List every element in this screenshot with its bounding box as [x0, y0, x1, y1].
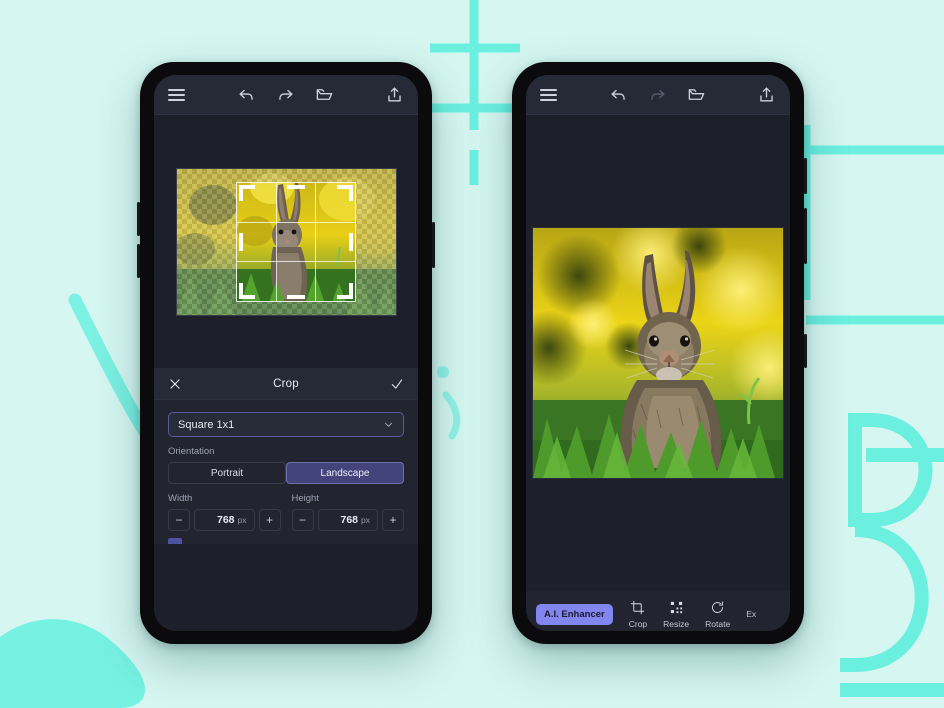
rule-of-thirds-grid: [236, 182, 355, 301]
height-unit: px: [361, 515, 370, 525]
crop-handle-bottom-left-v[interactable]: [238, 282, 243, 299]
width-unit: px: [237, 515, 247, 525]
crop-icon: [631, 600, 645, 614]
power-button-left[interactable]: [432, 222, 435, 268]
height-label: Height: [291, 493, 319, 504]
width-label: Width: [168, 493, 193, 504]
ai-enhancer-button[interactable]: A.I. Enhancer: [536, 603, 613, 625]
tool-crop[interactable]: Crop: [629, 600, 647, 629]
volume-rocker-right[interactable]: [804, 208, 807, 264]
open-folder-icon[interactable]: [315, 85, 334, 104]
crop-selection-window[interactable]: [235, 181, 356, 302]
rotate-icon: [712, 600, 724, 613]
photo-canvas[interactable]: [526, 115, 790, 591]
tool-rotate-label: Rotate: [705, 618, 731, 629]
aspect-ratio-select[interactable]: Square 1x1: [168, 412, 404, 437]
panel-overflow-indicator: [168, 538, 404, 544]
share-icon[interactable]: [757, 85, 776, 104]
power-button-right[interactable]: [804, 158, 807, 194]
width-stepper: − 768 px +: [168, 509, 281, 531]
check-icon[interactable]: [390, 377, 404, 391]
hamburger-menu-icon[interactable]: [540, 88, 557, 101]
open-folder-icon[interactable]: [687, 85, 706, 104]
phone-device-left: Crop Square 1x1 Orientation Portrait Lan…: [137, 62, 435, 644]
hamburger-menu-icon[interactable]: [168, 88, 185, 101]
width-value: 768: [216, 514, 235, 526]
volume-up-button-left[interactable]: [137, 202, 140, 236]
tool-export[interactable]: Ex: [746, 609, 756, 619]
width-input[interactable]: 768 px: [194, 509, 255, 531]
orientation-option-landscape[interactable]: Landscape: [286, 462, 404, 484]
rabbit-photo: [533, 228, 783, 478]
aspect-ratio-value: Square 1x1: [178, 418, 235, 431]
tool-resize[interactable]: Resize: [663, 600, 689, 629]
screen-left: Crop Square 1x1 Orientation Portrait Lan…: [154, 75, 418, 631]
left-topbar: [154, 75, 418, 115]
screen-right: A.I. Enhancer Crop Resize Rotate Ex: [526, 75, 790, 631]
assistant-button-right[interactable]: [804, 334, 807, 368]
crop-panel: Crop Square 1x1 Orientation Portrait Lan…: [154, 368, 418, 544]
width-decrement-button[interactable]: −: [168, 509, 190, 531]
height-increment-button[interactable]: +: [382, 509, 404, 531]
crop-handle-top-center[interactable]: [286, 184, 305, 189]
height-input[interactable]: 768 px: [317, 509, 378, 531]
orientation-toggle: Portrait Landscape: [168, 462, 404, 484]
chevron-down-icon: [384, 422, 393, 427]
height-value: 768: [340, 514, 359, 526]
right-topbar: [526, 75, 790, 115]
crop-panel-title: Crop: [273, 377, 299, 390]
redo-icon[interactable]: [276, 85, 295, 104]
redo-icon: [650, 89, 665, 100]
crop-handle-top-right-v[interactable]: [348, 184, 353, 201]
transparent-background-checkerboard: [176, 168, 396, 315]
phone-device-right: A.I. Enhancer Crop Resize Rotate Ex: [512, 62, 807, 644]
height-stepper: − 768 px +: [291, 509, 404, 531]
crop-handle-bottom-right-v[interactable]: [348, 282, 353, 299]
undo-icon[interactable]: [609, 85, 628, 104]
crop-canvas[interactable]: [154, 115, 418, 368]
resize-icon: [670, 601, 682, 613]
tool-rotate[interactable]: Rotate: [705, 600, 730, 629]
close-icon[interactable]: [168, 377, 182, 391]
crop-handle-top-left-v[interactable]: [238, 184, 243, 201]
orientation-option-portrait[interactable]: Portrait: [168, 462, 286, 484]
crop-handle-left-center[interactable]: [238, 232, 243, 251]
tool-resize-label: Resize: [663, 618, 690, 629]
tool-export-label: Ex: [746, 609, 757, 619]
crop-handle-bottom-center[interactable]: [286, 294, 305, 299]
crop-handle-right-center[interactable]: [348, 232, 353, 251]
crop-panel-header: Crop: [154, 368, 418, 400]
width-increment-button[interactable]: +: [258, 509, 281, 531]
volume-down-button-left[interactable]: [137, 244, 140, 278]
orientation-label: Orientation: [168, 446, 215, 457]
undo-icon[interactable]: [237, 85, 256, 104]
height-decrement-button[interactable]: −: [291, 509, 314, 531]
tool-crop-label: Crop: [628, 618, 648, 629]
edit-tools-bar: A.I. Enhancer Crop Resize Rotate Ex: [526, 591, 790, 631]
share-icon[interactable]: [385, 85, 404, 104]
